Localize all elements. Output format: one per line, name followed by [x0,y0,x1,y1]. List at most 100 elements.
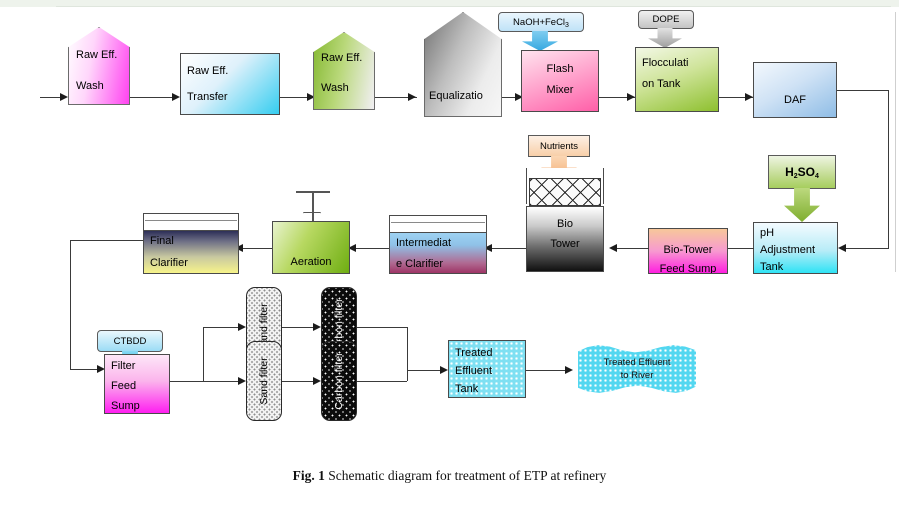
split-to-sand-2-arrow [238,377,246,385]
intermediate-clarifier-rim-line [391,222,485,223]
chem-h2so4-label: H2SO4 [785,165,819,180]
split-to-sand-1 [203,327,241,328]
chem-nutrients[interactable]: Nutrients [528,135,590,157]
scan-margin-rule [895,12,896,272]
node-filter-feed-sump-line3: Sump [111,400,140,412]
node-filter-feed-sump-line2: Feed [111,380,137,392]
node-ph-adjustment-tank[interactable]: pH Adjustment Tank [753,222,838,274]
node-filter-feed-sump[interactable]: Filter Feed Sump [104,354,170,414]
daf-return-down [888,90,889,248]
node-bio-tower-feed-sump-line2: Feed Sump [659,263,717,274]
node-raw-eff-wash-2-line1: Raw Eff. [321,52,363,64]
split-to-sand-2 [203,381,241,382]
daf-return-arrow [838,244,846,252]
node-raw-eff-transfer-line1: Raw Eff. [187,65,229,77]
link-wash1-to-transfer [130,97,174,98]
node-bio-tower[interactable]: Bio Tower [526,206,604,272]
node-flocculation-tank-line2: on Tank [642,78,681,90]
final-clarifier-outlet [70,240,143,241]
node-daf[interactable]: DAF [753,62,837,118]
node-aeration-line1: Aeration [290,256,332,268]
final-clarifier-to-sump [70,369,100,370]
chem-naoh-fecl3[interactable]: NaOH+FeCl3 [498,12,584,32]
node-ph-adjustment-tank-line1: pH [760,227,775,239]
intermediate-clarifier-rim [389,215,487,233]
link-tank-to-river [526,370,570,371]
inlet-arrow [60,93,68,101]
carbon2-outlet [357,381,407,382]
chem-ctbdd[interactable]: CTBDD [97,330,163,352]
split-to-sand-1-arrow [238,323,246,331]
node-raw-eff-transfer-line2: Transfer [187,91,228,103]
node-equalization[interactable]: Equalizatio [424,12,502,117]
filter-split-riser [203,327,204,381]
chem-naoh-fecl3-label: NaOH+FeCl3 [513,16,569,29]
chem-h2so4[interactable]: H2SO4 [768,155,836,189]
link-flocculation-to-daf-arrow [745,93,753,101]
node-raw-eff-wash-2[interactable]: Raw Eff. Wash [313,32,375,110]
node-flash-mixer-line2: Mixer [546,84,574,96]
node-carbon-filter-2[interactable]: Carbon filter [321,341,357,421]
node-treated-effluent-tank-line1: Treated [455,347,493,359]
node-raw-eff-wash-2-border [313,32,375,110]
node-intermediate-clarifier[interactable]: Intermediat e Clarifier [389,232,487,274]
node-flocculation-tank[interactable]: Flocculati on Tank [635,47,719,112]
node-raw-eff-wash-1-line2: Wash [76,80,104,92]
merge-to-treated-tank-arrow [440,366,448,374]
node-sand-filter-2-label: Sand filter [258,357,270,405]
link-tank-to-river-arrow [565,366,573,374]
daf-return-to-ph [843,248,889,249]
chem-h2so4-arrow [784,188,820,222]
node-flash-mixer-line1: Flash [546,63,574,75]
final-clarifier-rim [143,213,239,231]
node-bio-tower-feed-sump[interactable]: Bio-Tower Feed Sump [648,228,728,274]
node-sand-filter-2[interactable]: Sand filter [246,341,282,421]
node-final-clarifier-line2: Clarifier [150,257,188,269]
chem-dope[interactable]: DOPE [638,10,694,29]
node-river-line2: to River [620,370,654,381]
node-treated-effluent-tank-line3: Tank [455,383,479,395]
node-flash-mixer[interactable]: Flash Mixer [521,50,599,112]
inlet-line [40,97,62,98]
node-aeration[interactable]: Aeration [272,221,350,274]
link-wash2-to-equalization-arrow [408,93,416,101]
link-sand2-to-carbon2-arrow [313,377,321,385]
carbon1-outlet [357,327,407,328]
daf-outlet-line [837,90,889,91]
node-raw-eff-wash-1-border [68,27,130,105]
node-equalization-line1: Equalizatio [429,90,483,102]
top-rule [56,6,891,7]
node-raw-eff-transfer[interactable]: Raw Eff. Transfer [180,53,280,115]
node-intermediate-clarifier-line1: Intermediat [396,237,452,249]
node-river[interactable]: Treated Effluent to River [578,345,696,393]
node-bio-tower-feed-sump-line1: Bio-Tower [663,244,713,256]
chem-dope-label: DOPE [652,14,680,25]
chem-dope-arrow [648,28,682,48]
node-bio-tower-line2: Tower [550,238,580,250]
link-intermediate-to-aeration [352,248,389,249]
link-sand1-to-carbon1-arrow [313,323,321,331]
node-raw-eff-wash-1[interactable]: Raw Eff. Wash [68,27,130,105]
node-river-line1: Treated Effluent [603,357,671,368]
figure-caption-text: Schematic diagram for treatment of ETP a… [328,468,607,483]
node-final-clarifier[interactable]: Final Clarifier [143,230,239,274]
final-clarifier-down [70,240,71,369]
figure-container: Raw Eff. Wash Raw Eff. Transfer Raw Eff.… [0,0,899,508]
final-clarifier-rim-line [145,220,237,221]
node-daf-line1: DAF [784,94,806,106]
node-treated-effluent-tank[interactable]: Treated Effluent Tank [448,340,526,398]
node-flocculation-tank-line1: Flocculati [642,57,689,69]
node-carbon-filter-2-label: Carbon filter [333,352,345,410]
bio-tower-packing [529,178,601,206]
link-feedsump-to-biotower [613,248,649,249]
node-raw-eff-wash-1-line1: Raw Eff. [76,49,118,61]
chem-naoh-fecl3-arrow [522,31,558,51]
node-ph-adjustment-tank-line3: Tank [760,261,784,273]
node-treated-effluent-tank-line2: Effluent [455,365,493,377]
chem-nutrients-label: Nutrients [539,140,578,152]
filter-merge-riser [407,327,408,381]
figure-caption: Fig. 1 Schematic diagram for treatment o… [0,468,899,484]
node-final-clarifier-line1: Final [150,235,174,247]
chem-ctbdd-label: CTBDD [113,335,147,347]
link-aeration-to-final [239,248,272,249]
